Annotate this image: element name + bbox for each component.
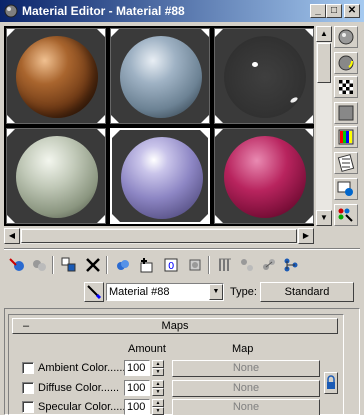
assign-material-icon[interactable] bbox=[58, 254, 80, 276]
show-map-in-viewport-icon[interactable] bbox=[214, 254, 236, 276]
sample-slot-5-active[interactable] bbox=[110, 128, 210, 224]
slots-vertical-scrollbar[interactable]: ▲ ▼ bbox=[316, 26, 332, 226]
specular-checkbox[interactable] bbox=[22, 401, 34, 413]
specular-amount-input[interactable]: 100 bbox=[124, 399, 150, 415]
reset-map-icon[interactable] bbox=[82, 254, 104, 276]
material-effects-channel-icon[interactable] bbox=[184, 254, 206, 276]
ambient-map-button[interactable]: None bbox=[172, 360, 320, 377]
separator bbox=[4, 248, 360, 250]
map-column-header: Map bbox=[232, 343, 254, 355]
make-unique-icon[interactable] bbox=[136, 254, 158, 276]
background-icon[interactable] bbox=[334, 76, 358, 98]
scroll-left-icon[interactable]: ◀ bbox=[4, 228, 20, 244]
minimize-button[interactable]: _ bbox=[310, 4, 326, 18]
maximize-button[interactable]: □ bbox=[326, 4, 342, 18]
backlight-icon[interactable] bbox=[334, 52, 358, 74]
type-label: Type: bbox=[230, 286, 257, 298]
maps-rollout-title: Maps bbox=[161, 320, 189, 332]
map-row-diffuse: Diffuse Color...... 100 ▲ ▼ None bbox=[0, 379, 364, 399]
get-material-icon[interactable] bbox=[6, 254, 28, 276]
scroll-right-icon[interactable]: ▶ bbox=[298, 228, 314, 244]
map-row-ambient: Ambient Color...... 100 ▲ ▼ None bbox=[0, 359, 364, 379]
make-copy-icon[interactable] bbox=[112, 254, 134, 276]
material-name-dropdown[interactable]: Material #88 ▼ bbox=[106, 283, 224, 301]
amount-column-header: Amount bbox=[128, 343, 166, 355]
vertical-scroll-thumb[interactable] bbox=[317, 43, 331, 83]
sample-slot-6[interactable] bbox=[214, 128, 314, 224]
put-to-scene-icon[interactable] bbox=[28, 254, 50, 276]
put-to-library-icon[interactable]: 0 bbox=[160, 254, 182, 276]
slots-horizontal-scrollbar[interactable]: ◀ ▶ bbox=[4, 228, 314, 244]
title-bar: Material Editor - Material #88 _ □ ✕ bbox=[0, 0, 364, 22]
scroll-down-icon[interactable]: ▼ bbox=[316, 210, 332, 226]
specular-amount-spinner[interactable]: ▲ ▼ bbox=[152, 399, 164, 415]
sample-slot-1[interactable] bbox=[6, 28, 106, 124]
sample-slot-3[interactable] bbox=[214, 28, 314, 124]
pick-material-icon[interactable] bbox=[84, 282, 104, 302]
scroll-up-icon[interactable]: ▲ bbox=[316, 26, 332, 42]
sample-slots-area bbox=[4, 26, 314, 226]
maps-rollout-header[interactable]: Maps – bbox=[12, 318, 338, 334]
ambient-amount-input[interactable]: 100 bbox=[124, 360, 150, 376]
material-toolbar: 0 bbox=[6, 254, 360, 278]
material-name-value: Material #88 bbox=[109, 286, 170, 298]
close-button[interactable]: ✕ bbox=[344, 4, 360, 18]
make-preview-icon[interactable] bbox=[334, 152, 358, 174]
collapse-icon: – bbox=[23, 320, 30, 332]
diffuse-amount-input[interactable]: 100 bbox=[124, 380, 150, 396]
options-icon[interactable] bbox=[334, 178, 358, 200]
horizontal-scroll-thumb[interactable] bbox=[21, 229, 297, 243]
diffuse-checkbox[interactable] bbox=[22, 382, 34, 394]
specular-label: Specular Color...... bbox=[38, 401, 129, 413]
ambient-label: Ambient Color...... bbox=[38, 362, 126, 374]
chevron-down-icon[interactable]: ▼ bbox=[209, 284, 223, 300]
sample-slot-2[interactable] bbox=[110, 28, 210, 124]
map-row-specular: Specular Color...... 100 ▲ ▼ None bbox=[0, 398, 364, 415]
diffuse-map-button[interactable]: None bbox=[172, 380, 320, 397]
go-to-parent-icon[interactable] bbox=[258, 254, 280, 276]
svg-text:0: 0 bbox=[168, 261, 174, 272]
app-icon bbox=[4, 4, 18, 18]
specular-map-button[interactable]: None bbox=[172, 399, 320, 415]
ambient-amount-spinner[interactable]: ▲ ▼ bbox=[152, 360, 164, 376]
sample-type-icon[interactable] bbox=[334, 26, 358, 48]
sample-slot-4[interactable] bbox=[6, 128, 106, 224]
material-type-button[interactable]: Standard bbox=[260, 282, 354, 302]
diffuse-amount-spinner[interactable]: ▲ ▼ bbox=[152, 380, 164, 396]
lock-ambient-diffuse-icon[interactable] bbox=[324, 372, 338, 394]
ambient-checkbox[interactable] bbox=[22, 362, 34, 374]
diffuse-label: Diffuse Color...... bbox=[38, 382, 120, 394]
go-forward-to-sibling-icon[interactable] bbox=[280, 254, 302, 276]
select-by-material-icon[interactable] bbox=[334, 204, 358, 226]
window-title: Material Editor - Material #88 bbox=[22, 4, 185, 18]
show-end-result-icon[interactable] bbox=[236, 254, 258, 276]
uv-tiling-icon[interactable] bbox=[334, 102, 358, 124]
material-name-row: Material #88 ▼ Type: Standard bbox=[0, 280, 364, 304]
video-color-check-icon[interactable] bbox=[334, 126, 358, 148]
